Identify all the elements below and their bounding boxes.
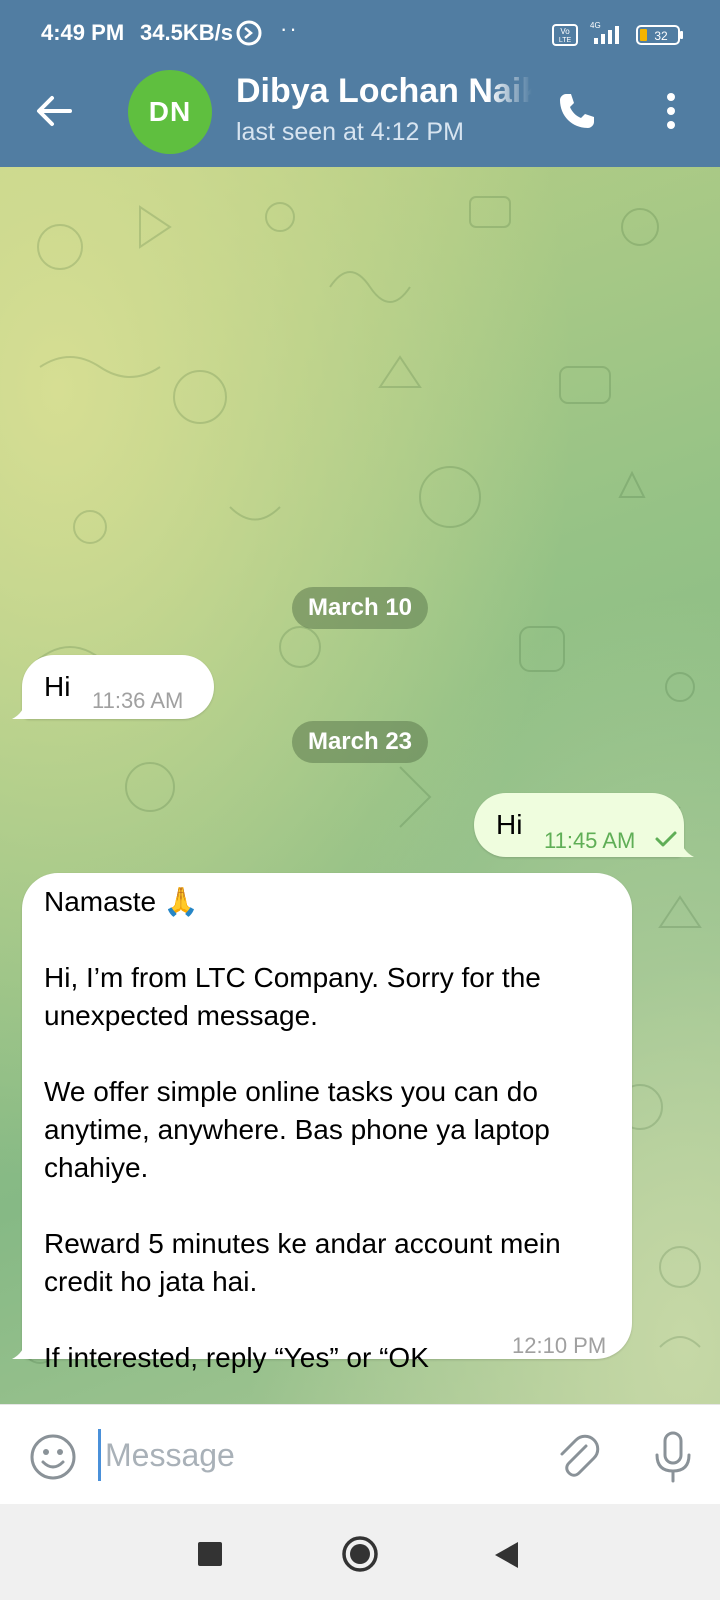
message-bubble-incoming[interactable]: Namaste 🙏 Hi, I’m from LTC Company. Sorr…: [22, 873, 632, 1373]
paperclip-icon[interactable]: [552, 1432, 602, 1482]
bubble-tail: [676, 837, 694, 857]
sent-check-icon: [655, 831, 677, 847]
signal-icon: 4G: [590, 21, 619, 44]
microphone-icon[interactable]: [648, 1429, 698, 1485]
message-time: 12:10 PM: [512, 1333, 607, 1358]
volte-icon: Vo LTE: [552, 24, 578, 46]
avatar[interactable]: DN: [128, 70, 212, 154]
chat-header: 4:49 PM 34.5KB/s ·· Vo LTE 4G 32 DN Diby…: [0, 0, 720, 167]
kebab-menu-icon[interactable]: [656, 86, 686, 136]
message-text: Hi: [44, 671, 71, 702]
battery-icon: 32: [636, 25, 683, 45]
status-more-dots: ··: [280, 16, 299, 41]
back-arrow-icon[interactable]: [30, 86, 80, 136]
message-body: Namaste 🙏 Hi, I’m from LTC Company. Sorr…: [44, 883, 624, 1377]
bubble-tail: [12, 699, 30, 719]
message-composer: [0, 1404, 720, 1505]
emoji-icon[interactable]: [28, 1432, 78, 1482]
message-bubble-outgoing[interactable]: Hi 11:45 AM: [474, 793, 684, 857]
status-net-speed: 34.5KB/s: [140, 20, 233, 45]
message-paragraph: Namaste 🙏: [44, 886, 199, 917]
square-icon[interactable]: [198, 1542, 222, 1566]
message-time: 11:45 AM: [544, 828, 636, 853]
status-bar: 4:49 PM 34.5KB/s ·· Vo LTE 4G 32: [0, 0, 720, 68]
contact-name[interactable]: Dibya Lochan Naik: [236, 72, 532, 116]
last-seen-status: last seen at 4:12 PM: [236, 118, 464, 146]
message-text: Hi: [496, 809, 523, 840]
message-time: 11:36 AM: [92, 688, 184, 713]
svg-text:32: 32: [654, 29, 668, 43]
triangle-icon[interactable]: [492, 1540, 520, 1570]
date-separator: March 10: [291, 587, 429, 629]
svg-text:LTE: LTE: [559, 37, 572, 44]
svg-text:4G: 4G: [590, 21, 601, 30]
message-bubble-incoming[interactable]: Hi 11:36 AM: [22, 655, 214, 719]
vpn-icon: [236, 20, 262, 46]
svg-text:Vo: Vo: [560, 27, 570, 36]
message-paragraph: Reward 5 minutes ke andar account mein c…: [44, 1228, 561, 1297]
status-time: 4:49 PM: [41, 20, 125, 45]
message-paragraph: Hi, I’m from LTC Company. Sorry for the …: [44, 962, 541, 1031]
message-input[interactable]: [98, 1429, 527, 1481]
circle-icon[interactable]: [340, 1534, 380, 1574]
bubble-tail: [12, 1339, 30, 1359]
system-nav-bar: [0, 1504, 720, 1600]
message-paragraph: We offer simple online tasks you can do …: [44, 1076, 550, 1183]
date-separator: March 23: [291, 721, 429, 763]
phone-icon[interactable]: [552, 86, 602, 136]
chat-area[interactable]: March 10 Hi 11:36 AM March 23 Hi 11:45 A…: [0, 167, 720, 1404]
